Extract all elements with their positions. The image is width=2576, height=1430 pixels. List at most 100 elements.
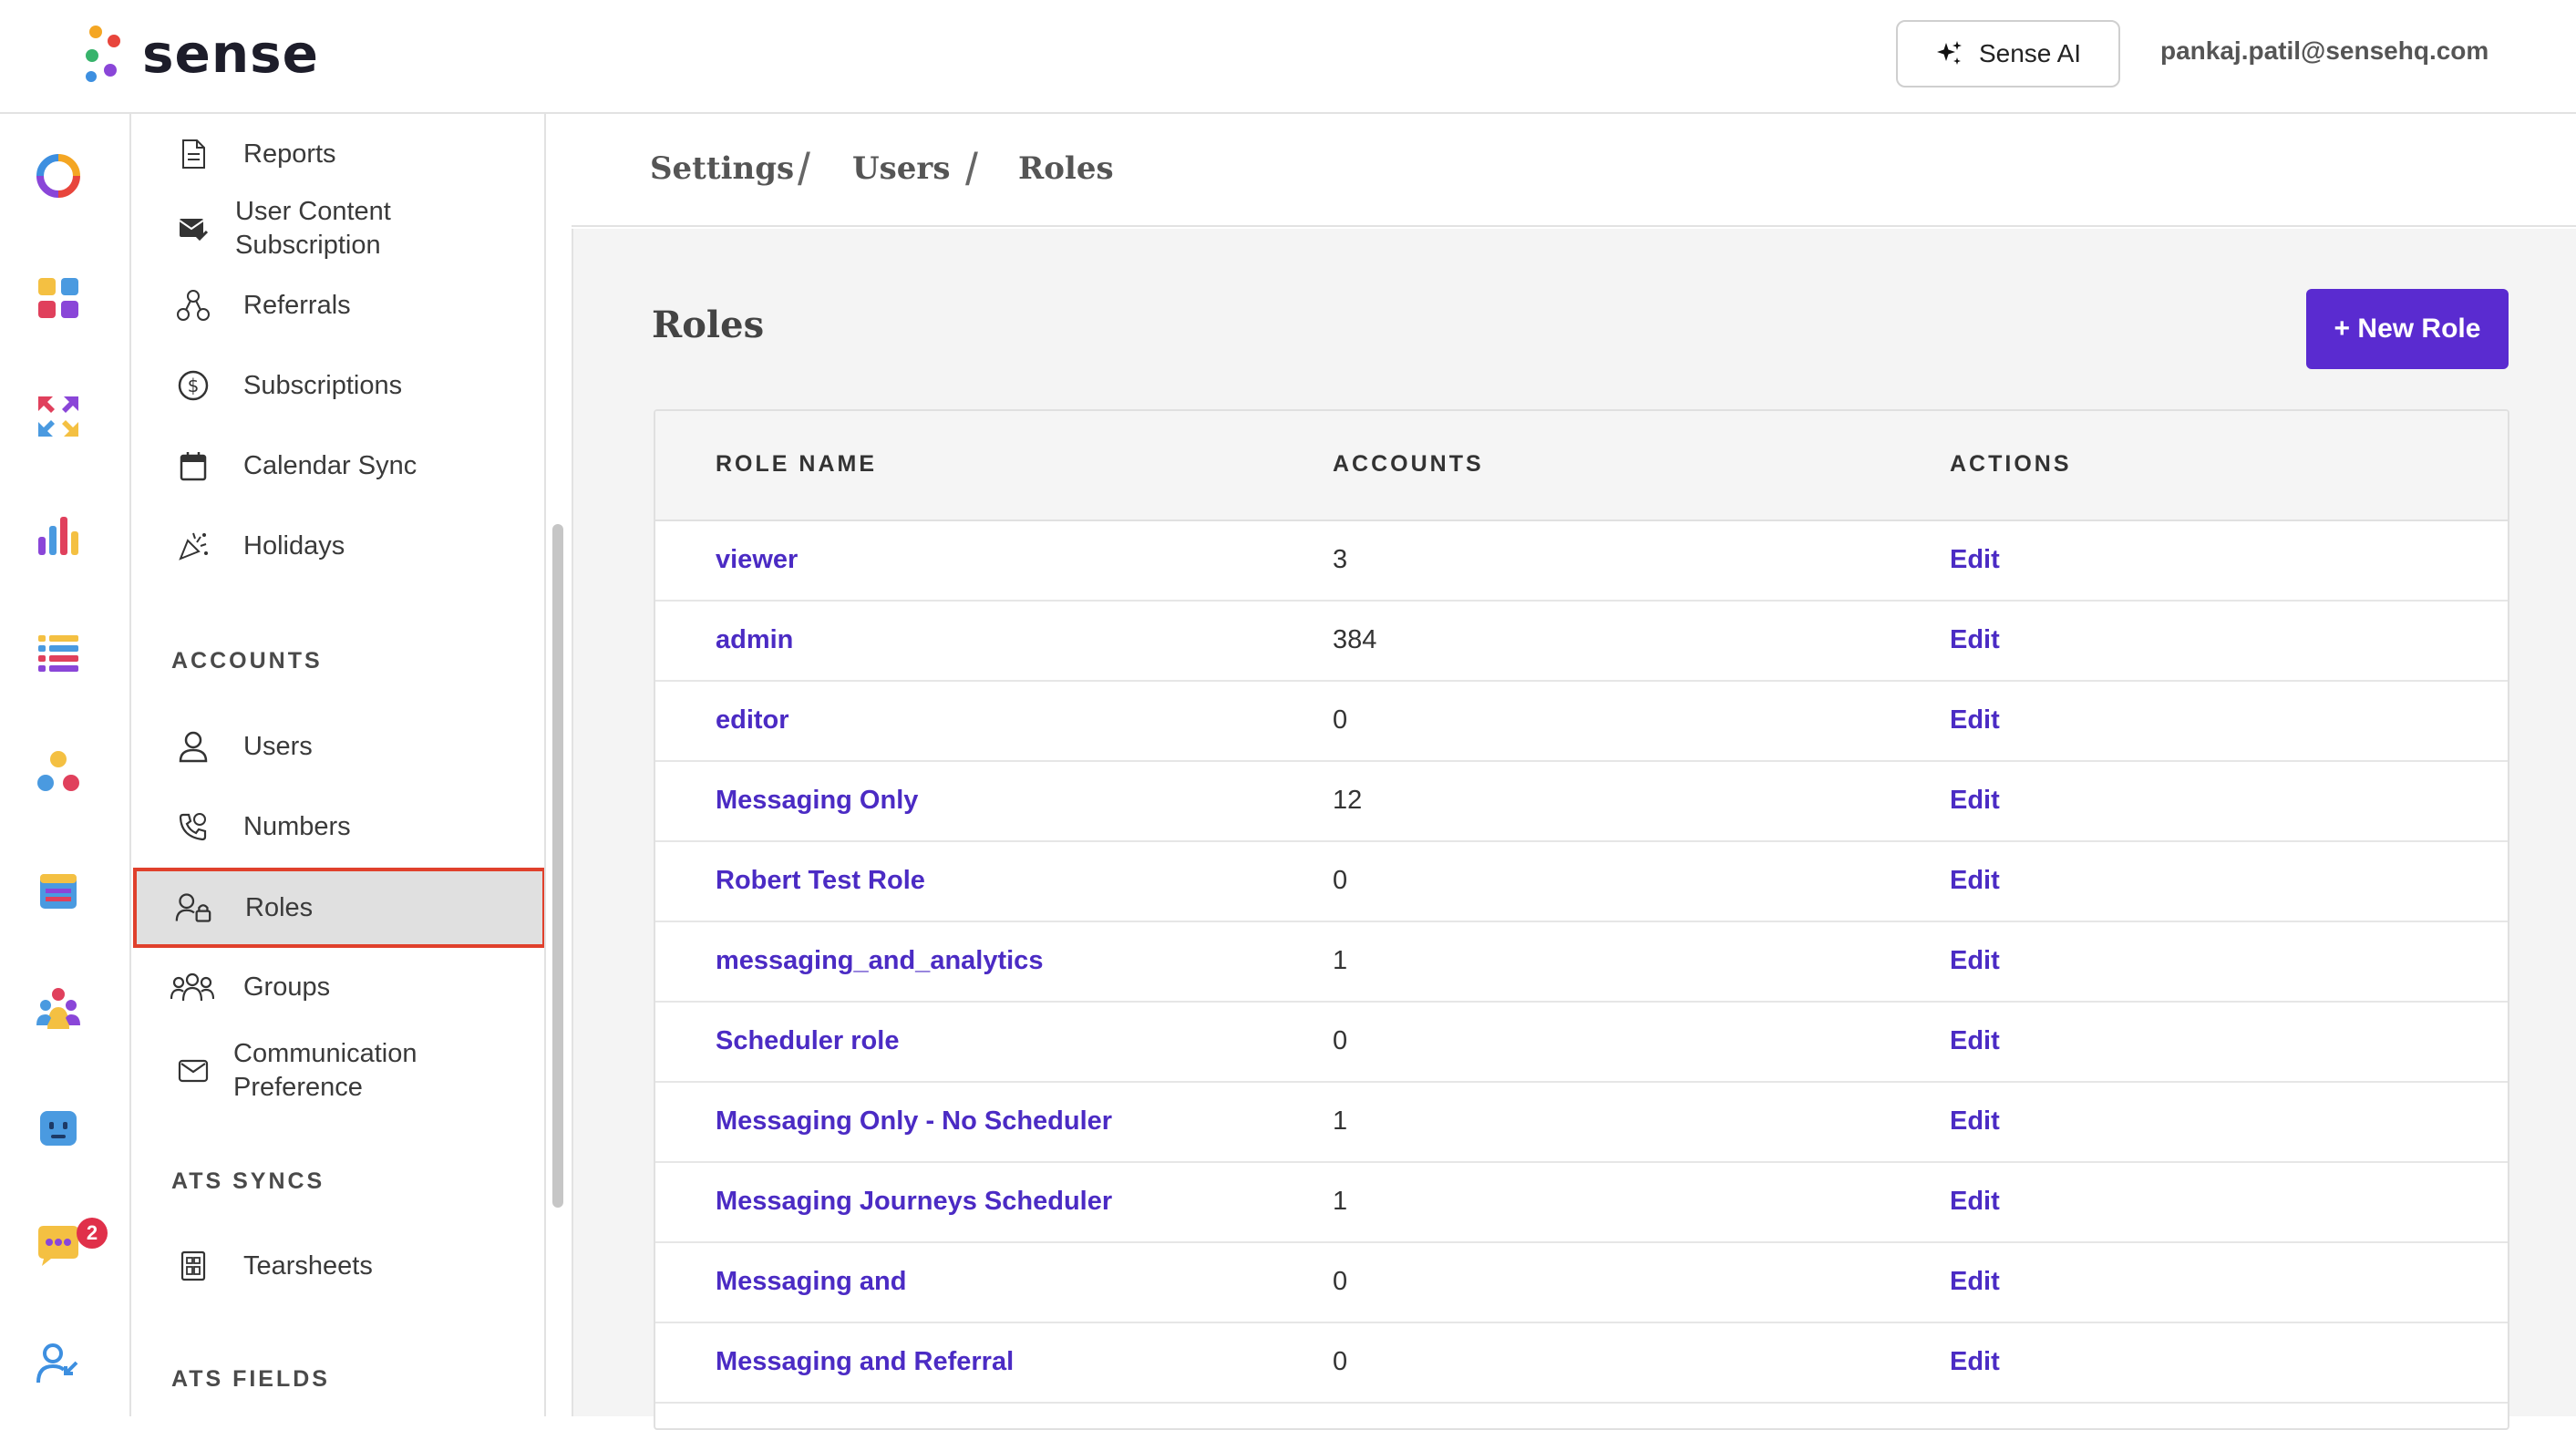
section-heading-ats-fields: ATS FIELDS [171, 1366, 330, 1392]
column-header-accounts: ACCOUNTS [1333, 451, 1484, 477]
new-role-button[interactable]: + New Role [2306, 289, 2509, 369]
section-heading-ats-syncs: ATS SYNCS [171, 1168, 325, 1194]
breadcrumb-separator: / [798, 144, 810, 195]
bot-icon[interactable] [35, 1104, 82, 1151]
sense-logo[interactable]: sense [84, 22, 319, 86]
envelope-icon [175, 1053, 211, 1089]
nav-item-calendar-sync[interactable]: Calendar Sync [131, 440, 541, 491]
user-arrow-icon[interactable] [35, 1341, 82, 1388]
accounts-count: 1 [1333, 1187, 1348, 1216]
role-name-link[interactable]: admin [716, 625, 793, 655]
calendar-icon[interactable] [35, 867, 82, 914]
nav-item-subscriptions[interactable]: $ Subscriptions [131, 360, 541, 411]
nav-item-users[interactable]: Users [131, 721, 541, 772]
edit-role-link[interactable]: Edit [1950, 705, 2000, 736]
sense-ai-button[interactable]: Sense AI [1896, 20, 2120, 87]
chat-notification-badge: 2 [77, 1218, 108, 1249]
nav-item-referrals[interactable]: Referrals [131, 280, 541, 331]
logo-dots-icon [84, 24, 126, 84]
app-icon-rail: 2 [0, 114, 131, 1416]
referral-icon [175, 287, 211, 324]
nav-item-holidays[interactable]: Holidays [131, 520, 541, 571]
role-name-link[interactable]: Messaging Only [716, 786, 918, 816]
roles-content: Roles + New Role ROLE NAME ACCOUNTS ACTI… [572, 229, 2576, 1430]
column-header-actions: ACTIONS [1950, 451, 2072, 477]
edit-role-link[interactable]: Edit [1950, 1026, 2000, 1056]
edit-role-link[interactable]: Edit [1950, 866, 2000, 896]
phone-icon [175, 808, 211, 845]
nav-item-numbers[interactable]: Numbers [131, 801, 541, 852]
edit-role-link[interactable]: Edit [1950, 946, 2000, 976]
nav-item-label: Users [243, 731, 313, 761]
accounts-count: 1 [1333, 1106, 1348, 1136]
accounts-count: 3 [1333, 545, 1348, 574]
breadcrumb-users[interactable]: Users [852, 150, 950, 187]
svg-text:$: $ [188, 375, 200, 396]
nav-item-label: Subscriptions [243, 370, 403, 400]
ring-chart-icon[interactable] [35, 152, 82, 200]
arrows-exchange-icon[interactable] [35, 393, 82, 440]
calendar-icon [175, 448, 211, 484]
bar-chart-icon[interactable] [35, 511, 82, 559]
roles-table: ROLE NAME ACCOUNTS ACTIONS viewer 3 Edit ad… [654, 409, 2509, 1430]
role-name-link[interactable]: Messaging Journeys Scheduler [716, 1187, 1112, 1217]
user-icon [175, 728, 211, 765]
settings-nav-scrollbar[interactable] [552, 524, 563, 1208]
nav-item-label: Roles [245, 892, 314, 922]
nav-item-label: Reports [243, 139, 336, 169]
breadcrumb-settings[interactable]: Settings [650, 150, 794, 187]
column-header-role-name: ROLE NAME [716, 451, 877, 477]
table-row: Robert Test Role 0 Edit [655, 842, 2508, 922]
logo-text: sense [142, 23, 320, 85]
people-network-icon[interactable] [35, 748, 82, 796]
tearsheet-icon [175, 1248, 211, 1284]
nav-item-label: Referrals [243, 290, 351, 320]
role-name-link[interactable]: Messaging and Referral [716, 1347, 1014, 1377]
edit-role-link[interactable]: Edit [1950, 1347, 2000, 1377]
table-row: Messaging Only 12 Edit [655, 762, 2508, 842]
user-email[interactable]: pankaj.patil@sensehq.com [2160, 36, 2488, 66]
group-icon [170, 969, 215, 1005]
table-row: Scheduler role 0 Edit [655, 1003, 2508, 1083]
list-icon[interactable] [35, 630, 82, 677]
sense-ai-label: Sense AI [1978, 39, 2082, 67]
edit-role-link[interactable]: Edit [1950, 1106, 2000, 1137]
role-name-link[interactable]: editor [716, 705, 789, 736]
nav-item-tearsheets[interactable]: Tearsheets [131, 1240, 541, 1291]
nav-item-reports[interactable]: Reports [131, 129, 541, 180]
nav-item-user-content-subscription[interactable]: User Content Subscription [131, 192, 541, 265]
nav-item-communication-preference[interactable]: Communication Preference [131, 1034, 541, 1107]
nav-item-label: Communication Preference [233, 1039, 417, 1102]
accounts-count: 384 [1333, 625, 1377, 654]
accounts-count: 0 [1333, 1026, 1348, 1055]
group-icon[interactable] [35, 985, 82, 1033]
table-row: viewer 3 Edit [655, 521, 2508, 602]
breadcrumb: Settings / Users / Roles [572, 114, 2576, 227]
role-name-link[interactable]: messaging_and_analytics [716, 946, 1043, 976]
accounts-count: 0 [1333, 1347, 1348, 1376]
edit-role-link[interactable]: Edit [1950, 1267, 2000, 1297]
table-header: ROLE NAME ACCOUNTS ACTIONS [655, 411, 2508, 521]
edit-role-link[interactable]: Edit [1950, 1187, 2000, 1217]
role-name-link[interactable]: Messaging and [716, 1267, 907, 1297]
nav-item-groups[interactable]: Groups [131, 962, 541, 1013]
apps-grid-icon[interactable] [35, 274, 82, 322]
accounts-count: 1 [1333, 946, 1348, 975]
nav-item-roles[interactable]: Roles [133, 868, 544, 948]
section-heading-accounts: ACCOUNTS [171, 648, 323, 674]
nav-item-label: Numbers [243, 811, 351, 841]
edit-role-link[interactable]: Edit [1950, 625, 2000, 655]
table-row: messaging_and_analytics 1 Edit [655, 922, 2508, 1003]
chat-icon[interactable] [35, 1222, 82, 1270]
role-name-link[interactable]: Scheduler role [716, 1026, 899, 1056]
edit-role-link[interactable]: Edit [1950, 545, 2000, 575]
breadcrumb-separator: / [965, 144, 978, 195]
accounts-count: 12 [1333, 786, 1363, 815]
edit-role-link[interactable]: Edit [1950, 786, 2000, 816]
role-name-link[interactable]: Robert Test Role [716, 866, 925, 896]
role-name-link[interactable]: viewer [716, 545, 798, 575]
dollar-circle-icon: $ [175, 367, 211, 404]
role-name-link[interactable]: Messaging Only - No Scheduler [716, 1106, 1112, 1137]
nav-item-label: Tearsheets [243, 1250, 373, 1281]
accounts-count: 0 [1333, 1267, 1348, 1296]
